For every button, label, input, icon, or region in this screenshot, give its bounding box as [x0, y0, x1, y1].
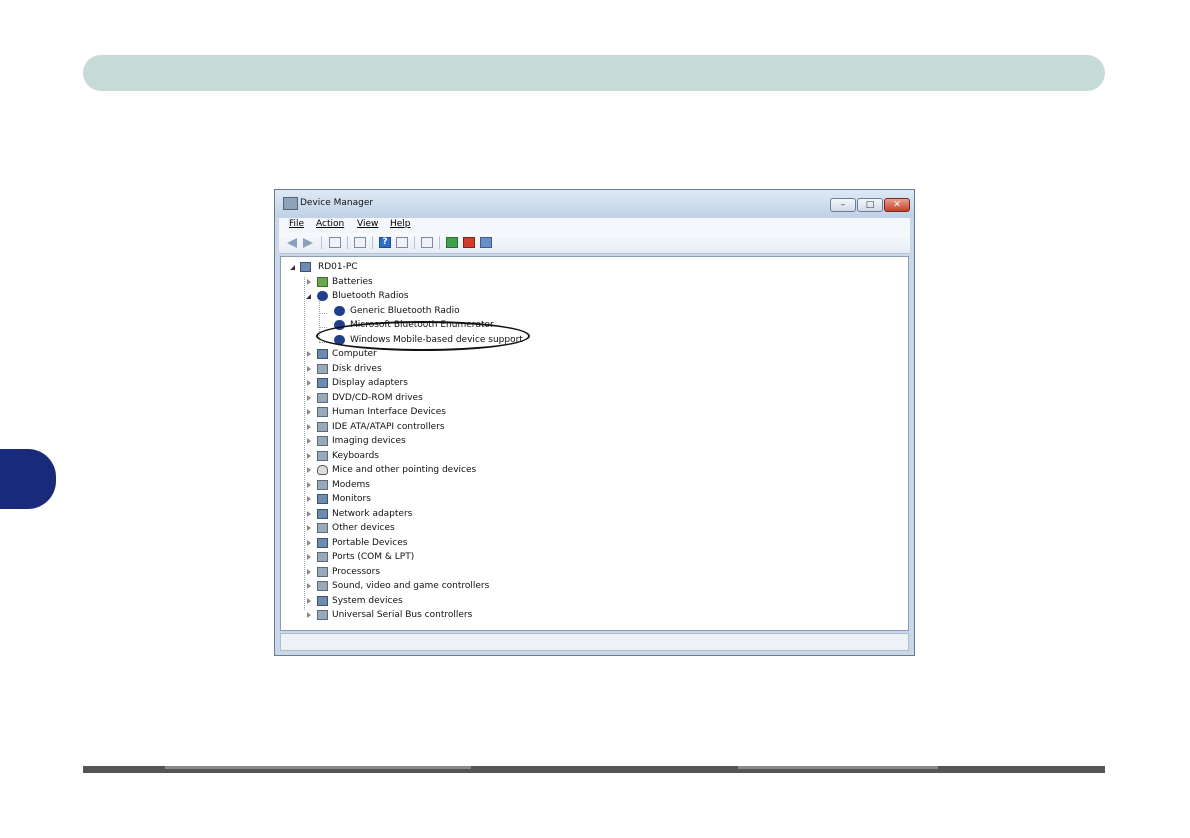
- highlight-annotation-ellipse: [316, 321, 530, 351]
- port-icon: [317, 552, 328, 562]
- portable-device-icon: [317, 538, 328, 548]
- disable-icon[interactable]: [480, 237, 492, 248]
- device-tree: RD01-PC Batteries Bluetooth Radios Gener…: [280, 256, 909, 631]
- expand-arrow-icon[interactable]: [290, 265, 295, 270]
- update-driver-icon[interactable]: [446, 237, 458, 248]
- expand-arrow-icon[interactable]: [307, 496, 311, 502]
- expand-arrow-icon[interactable]: [307, 438, 311, 444]
- title-bar[interactable]: Device Manager – □ ✕: [275, 190, 914, 218]
- expand-arrow-icon[interactable]: [307, 511, 311, 517]
- unknown-device-icon: [317, 523, 328, 533]
- ide-controller-icon: [317, 422, 328, 432]
- computer-icon: [300, 262, 311, 272]
- page-header-banner: [83, 55, 1105, 91]
- expand-arrow-icon[interactable]: [307, 453, 311, 459]
- bluetooth-icon: [334, 306, 345, 316]
- toolbar-separator: [321, 236, 322, 249]
- show-hidden-icon[interactable]: [354, 237, 366, 248]
- toolbar-separator: [414, 236, 415, 249]
- close-button[interactable]: ✕: [884, 198, 910, 212]
- help-icon[interactable]: ?: [379, 237, 391, 248]
- maximize-button[interactable]: □: [857, 198, 883, 212]
- device-manager-icon: [283, 197, 298, 210]
- expand-arrow-icon[interactable]: [307, 612, 311, 618]
- page-footer-rule: [83, 766, 1105, 773]
- mouse-icon: [317, 465, 328, 475]
- expand-arrow-icon[interactable]: [307, 467, 311, 473]
- view-icon[interactable]: [396, 237, 408, 248]
- battery-icon: [317, 277, 328, 287]
- properties-icon[interactable]: [329, 237, 341, 248]
- menu-help[interactable]: Help: [390, 219, 411, 229]
- hid-icon: [317, 407, 328, 417]
- expand-arrow-icon[interactable]: [307, 525, 311, 531]
- processor-icon: [317, 567, 328, 577]
- modem-icon: [317, 480, 328, 490]
- chapter-side-tab: [0, 449, 56, 509]
- disk-drive-icon: [317, 364, 328, 374]
- expand-arrow-icon[interactable]: [307, 395, 311, 401]
- device-manager-window: Device Manager – □ ✕ File Action View He…: [274, 189, 915, 656]
- expand-arrow-icon[interactable]: [307, 540, 311, 546]
- expand-arrow-icon[interactable]: [307, 569, 311, 575]
- minimize-button[interactable]: –: [830, 198, 856, 212]
- menu-file[interactable]: File: [289, 219, 304, 229]
- expand-arrow-icon[interactable]: [307, 598, 311, 604]
- network-icon: [317, 509, 328, 519]
- expand-arrow-icon[interactable]: [307, 279, 311, 285]
- window-title: Device Manager: [300, 198, 374, 208]
- expand-arrow-icon[interactable]: [307, 409, 311, 415]
- expand-arrow-icon[interactable]: [307, 482, 311, 488]
- toolbar-separator: [347, 236, 348, 249]
- expand-arrow-icon[interactable]: [307, 424, 311, 430]
- expand-arrow-icon[interactable]: [307, 366, 311, 372]
- expand-arrow-icon[interactable]: [307, 554, 311, 560]
- forward-arrow-icon[interactable]: [303, 238, 313, 248]
- bluetooth-icon: [317, 291, 328, 301]
- toolbar: ?: [279, 233, 910, 254]
- uninstall-icon[interactable]: [463, 237, 475, 248]
- scan-hardware-icon[interactable]: [421, 237, 433, 248]
- menu-view[interactable]: View: [357, 219, 378, 229]
- speaker-icon: [317, 581, 328, 591]
- toolbar-separator: [439, 236, 440, 249]
- status-bar: [280, 633, 909, 651]
- keyboard-icon: [317, 451, 328, 461]
- back-arrow-icon[interactable]: [287, 238, 297, 248]
- collapse-arrow-icon[interactable]: [306, 294, 311, 299]
- system-device-icon: [317, 596, 328, 606]
- expand-arrow-icon[interactable]: [307, 380, 311, 386]
- usb-icon: [317, 610, 328, 620]
- display-adapter-icon: [317, 378, 328, 388]
- menu-bar: File Action View Help: [279, 218, 910, 233]
- monitor-icon: [317, 494, 328, 504]
- menu-action[interactable]: Action: [316, 219, 344, 229]
- expand-arrow-icon[interactable]: [307, 583, 311, 589]
- computer-icon: [317, 349, 328, 359]
- dvd-drive-icon: [317, 393, 328, 403]
- toolbar-separator: [372, 236, 373, 249]
- expand-arrow-icon[interactable]: [307, 351, 311, 357]
- camera-icon: [317, 436, 328, 446]
